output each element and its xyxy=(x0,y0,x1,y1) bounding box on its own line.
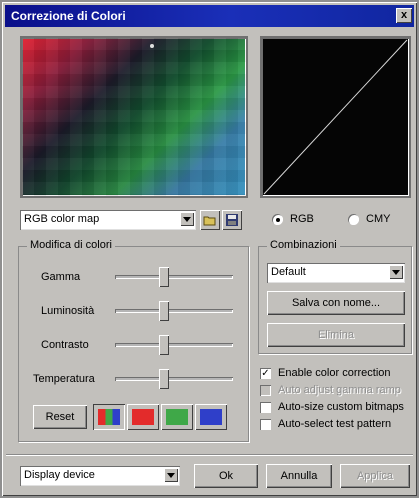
gamma-slider[interactable] xyxy=(115,275,233,279)
red-swatch-icon xyxy=(132,409,154,425)
enable-color-correction-label: Enable color correction xyxy=(278,367,391,379)
enable-color-correction-checkbox[interactable]: ✓ xyxy=(260,368,271,379)
chevron-down-icon[interactable] xyxy=(164,468,178,482)
auto-size-bitmaps-label: Auto-size custom bitmaps xyxy=(278,401,404,413)
delete-button[interactable]: Elimina xyxy=(267,323,405,347)
auto-adjust-gamma-label: Auto adjust gamma ramp xyxy=(278,384,401,396)
luminosita-slider[interactable] xyxy=(115,309,233,313)
luminosita-slider-thumb[interactable] xyxy=(159,301,169,321)
combinazioni-group-title: Combinazioni xyxy=(267,239,340,251)
device-select[interactable]: Display device xyxy=(20,466,180,486)
color-correction-dialog: Correzione di Colori x RGB color map RGB… xyxy=(2,2,417,496)
rgb-radio-label: RGB xyxy=(290,213,314,225)
cmy-radio-label: CMY xyxy=(366,213,391,225)
rgb-swatch-icon xyxy=(98,409,120,425)
chevron-down-icon[interactable] xyxy=(389,265,403,279)
blue-channel-button[interactable] xyxy=(195,404,227,430)
close-icon[interactable]: x xyxy=(396,8,412,23)
color-map-cursor[interactable] xyxy=(150,44,154,48)
cmy-radio[interactable] xyxy=(348,214,359,225)
red-channel-button[interactable] xyxy=(127,404,159,430)
cancel-button[interactable]: Annulla xyxy=(266,464,332,488)
gamma-curve-line xyxy=(263,39,408,195)
rgb-radio[interactable] xyxy=(272,214,283,225)
combinazioni-group: Combinazioni Default Salva con nome... E… xyxy=(258,239,412,354)
combinazioni-select[interactable]: Default xyxy=(267,263,405,283)
window-title: Correzione di Colori xyxy=(11,9,126,23)
open-button[interactable] xyxy=(200,210,220,230)
auto-select-pattern-checkbox[interactable] xyxy=(260,419,271,430)
gamma-label: Gamma xyxy=(41,271,81,283)
all-channels-button[interactable] xyxy=(93,404,125,430)
contrasto-slider-thumb[interactable] xyxy=(159,335,169,355)
color-map-select-value: RGB color map xyxy=(24,213,100,225)
gamma-slider-thumb[interactable] xyxy=(159,267,169,287)
combinazioni-select-value: Default xyxy=(271,266,306,278)
ok-button[interactable]: Ok xyxy=(194,464,258,488)
contrasto-slider[interactable] xyxy=(115,343,233,347)
footer-divider xyxy=(6,454,413,456)
temperatura-slider-thumb[interactable] xyxy=(159,369,169,389)
apply-button[interactable]: Applica xyxy=(340,464,410,488)
save-button[interactable] xyxy=(222,210,242,230)
luminosita-label: Luminosità xyxy=(41,305,95,317)
green-swatch-icon xyxy=(166,409,188,425)
gamma-curve-preview xyxy=(260,36,411,198)
auto-adjust-gamma-checkbox[interactable] xyxy=(260,385,271,396)
contrasto-label: Contrasto xyxy=(41,339,89,351)
auto-select-pattern-label: Auto-select test pattern xyxy=(278,418,392,430)
title-bar[interactable]: Correzione di Colori x xyxy=(5,5,414,27)
auto-size-bitmaps-checkbox[interactable] xyxy=(260,402,271,413)
modifica-group: Modifica di colori Gamma Luminosità Cont… xyxy=(18,239,249,442)
temperatura-label: Temperatura xyxy=(33,373,95,385)
chevron-down-icon[interactable] xyxy=(180,212,194,226)
save-as-button[interactable]: Salva con nome... xyxy=(267,291,405,315)
green-channel-button[interactable] xyxy=(161,404,193,430)
reset-button[interactable]: Reset xyxy=(33,405,87,429)
color-map-select[interactable]: RGB color map xyxy=(20,210,196,230)
disk-icon xyxy=(226,214,238,226)
blue-swatch-icon xyxy=(200,409,222,425)
color-map-preview[interactable] xyxy=(20,36,248,198)
device-select-value: Display device xyxy=(24,469,95,481)
modifica-group-title: Modifica di colori xyxy=(27,239,115,251)
folder-icon xyxy=(203,216,216,226)
temperatura-slider[interactable] xyxy=(115,377,233,381)
